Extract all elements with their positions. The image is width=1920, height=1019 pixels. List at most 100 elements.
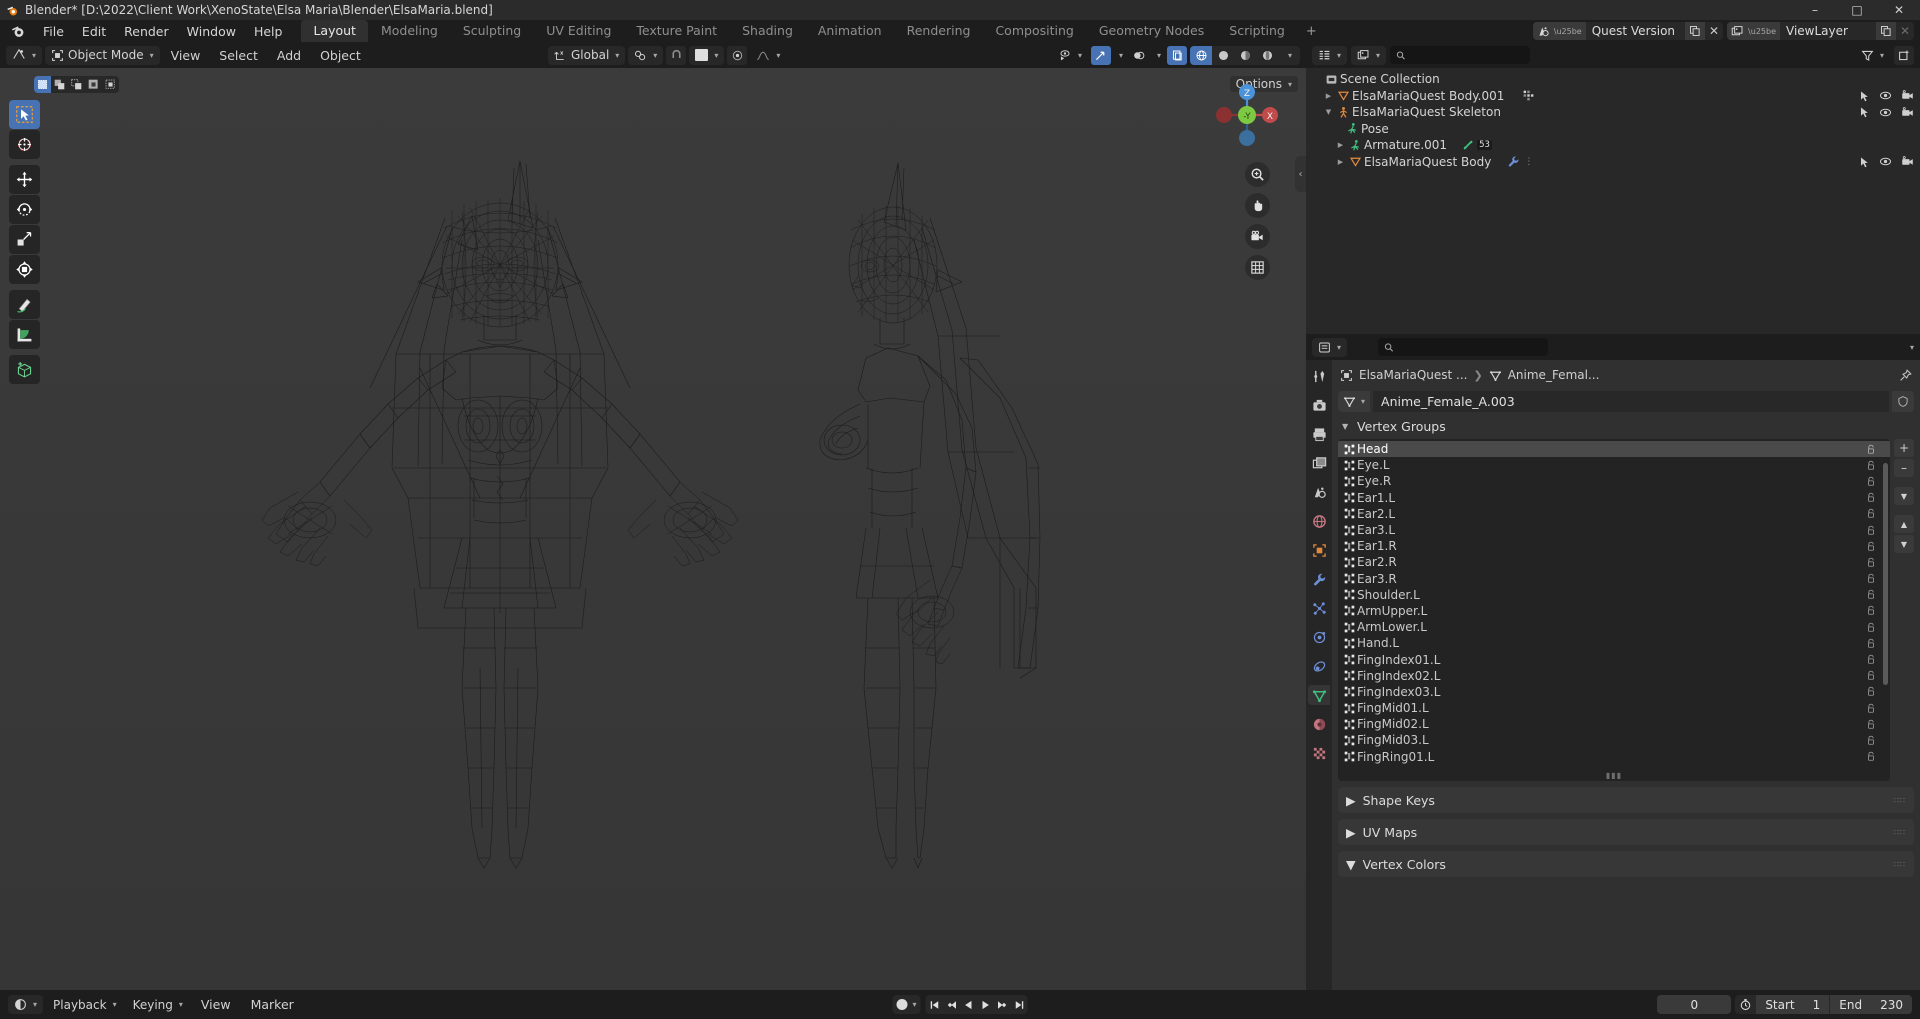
scene-tab[interactable] [1308, 482, 1330, 502]
properties-search-input[interactable] [1398, 340, 1543, 354]
workspace-tab-scripting[interactable]: Scripting [1217, 20, 1297, 42]
view-layer-tab[interactable] [1308, 453, 1330, 473]
viewport-menu-select[interactable]: Select [211, 48, 266, 63]
workspace-tab-uv-editing[interactable]: UV Editing [534, 20, 623, 42]
breadcrumb-data-label[interactable]: Anime_Femal... [1508, 368, 1600, 382]
timeline-menu-view[interactable]: View [193, 997, 239, 1012]
scene-remove-button[interactable]: ✕ [1705, 22, 1723, 40]
overlay-options-button[interactable]: ▾ [1152, 46, 1164, 65]
use-preview-range-button[interactable] [1735, 998, 1755, 1011]
lock-icon[interactable] [1866, 703, 1876, 714]
add-workspace-button[interactable]: + [1298, 22, 1325, 41]
proportional-falloff-button[interactable]: ▾ [750, 46, 786, 65]
modifier-tab[interactable] [1308, 569, 1330, 589]
proportional-edit-toggle[interactable] [666, 45, 687, 65]
jump-to-end-button[interactable] [1011, 995, 1028, 1014]
close-button[interactable]: ✕ [1878, 0, 1920, 20]
outliner-row-body-001[interactable]: ▶ ElsaMariaQuest Body.001 [1306, 88, 1920, 105]
outliner-search-box[interactable] [1390, 46, 1531, 64]
workspace-tab-rendering[interactable]: Rendering [895, 20, 983, 42]
remove-vertex-group-button[interactable]: – [1894, 459, 1914, 477]
editor-type-button[interactable]: ▾ [6, 45, 43, 65]
viewlayer-remove-button[interactable]: ✕ [1896, 22, 1914, 40]
vertex-group-row[interactable]: ArmLower.L [1338, 619, 1890, 635]
shading-solid-button[interactable] [1212, 46, 1234, 65]
pan-button[interactable] [1245, 193, 1270, 218]
scene-name[interactable]: Quest Version [1585, 22, 1686, 40]
pin-icon[interactable] [1899, 368, 1912, 382]
lock-icon[interactable] [1866, 541, 1876, 552]
workspace-tab-modeling[interactable]: Modeling [369, 20, 450, 42]
outliner-row-scene-collection[interactable]: Scene Collection [1306, 71, 1920, 88]
timeline-menu-marker[interactable]: Marker [243, 997, 302, 1012]
expand-triangle[interactable]: ▶ [1322, 92, 1335, 100]
snap-target-button[interactable]: ▾ [628, 45, 664, 65]
timeline-menu-playback[interactable]: Playback ▾ [47, 995, 123, 1014]
outliner-editor-type-button[interactable]: ▾ [1312, 45, 1348, 65]
collapse-triangle[interactable]: ▼ [1322, 108, 1335, 116]
lock-icon[interactable] [1866, 605, 1876, 616]
selectable-cursor-icon[interactable] [1858, 90, 1870, 102]
vertex-group-row[interactable]: Ear2.L [1338, 506, 1890, 522]
gizmo-options-button[interactable]: ▾ [1114, 46, 1126, 65]
viewport-menu-add[interactable]: Add [269, 48, 309, 63]
scene-browse-button[interactable]: \u25be [1532, 22, 1586, 40]
move-vertex-group-up-button[interactable]: ▲ [1894, 515, 1914, 533]
toggle-orthographic-button[interactable] [1245, 255, 1270, 280]
disable-in-renders-icon[interactable] [1901, 89, 1914, 102]
disable-in-renders-icon[interactable] [1901, 155, 1914, 168]
vertex-group-row[interactable]: FingIndex03.L [1338, 684, 1890, 700]
vertex-group-row[interactable]: Ear3.L [1338, 522, 1890, 538]
output-tab[interactable] [1308, 424, 1330, 444]
shading-material-preview-button[interactable] [1234, 46, 1256, 65]
jump-to-start-button[interactable] [926, 995, 943, 1014]
minimize-button[interactable]: – [1794, 0, 1836, 20]
workspace-tab-animation[interactable]: Animation [806, 20, 894, 42]
outliner-tree[interactable]: Scene Collection ▶ ElsaMariaQuest Body.0… [1306, 68, 1920, 334]
pivot-point-button[interactable] [727, 45, 748, 65]
vertex-group-row[interactable]: Ear1.R [1338, 538, 1890, 554]
lock-icon[interactable] [1866, 460, 1876, 471]
vertex-groups-panel-header[interactable]: ▼ Vertex Groups [1338, 416, 1914, 437]
workspace-tab-geometry-nodes[interactable]: Geometry Nodes [1087, 20, 1216, 42]
current-frame-field[interactable]: 0 [1657, 995, 1732, 1014]
scene-datablock[interactable]: \u25be Quest Version ✕ [1532, 22, 1724, 40]
vertex-group-row[interactable]: Eye.R [1338, 473, 1890, 489]
vertex-group-row[interactable]: Hand.L [1338, 635, 1890, 651]
auto-keying-toggle[interactable]: ▾ [892, 995, 921, 1014]
viewport-canvas[interactable]: Options ▾ Z X -Y ‹ [0, 68, 1306, 990]
lock-icon[interactable] [1866, 686, 1876, 697]
material-tab[interactable] [1308, 714, 1330, 734]
workspace-tab-texture-paint[interactable]: Texture Paint [624, 20, 729, 42]
properties-options-chevron-icon[interactable]: ▾ [1910, 343, 1914, 352]
lock-icon[interactable] [1866, 573, 1876, 584]
viewport-menu-view[interactable]: View [163, 48, 209, 63]
lock-icon[interactable] [1866, 654, 1876, 665]
vertex-groups-scrollbar[interactable] [1883, 463, 1888, 685]
maximize-button[interactable]: □ [1836, 0, 1878, 20]
viewlayer-browse-button[interactable]: \u25be [1727, 22, 1780, 40]
scene-copy-button[interactable] [1685, 22, 1706, 40]
add-vertex-group-button[interactable]: + [1894, 439, 1914, 457]
vertex-group-row[interactable]: Ear1.L [1338, 490, 1890, 506]
show-overlays-toggle[interactable] [1129, 46, 1149, 65]
vertex-group-row[interactable]: FingIndex02.L [1338, 668, 1890, 684]
lock-icon[interactable] [1866, 492, 1876, 503]
camera-view-button[interactable] [1245, 224, 1270, 249]
lock-icon[interactable] [1866, 589, 1876, 600]
vertex-group-row[interactable]: ArmUpper.L [1338, 603, 1890, 619]
lock-icon[interactable] [1866, 525, 1876, 536]
hide-in-viewport-icon[interactable] [1879, 155, 1892, 168]
shading-options-button[interactable]: ▾ [1278, 46, 1300, 65]
play-reverse-button[interactable] [960, 995, 977, 1014]
outliner-filter-button[interactable]: ▾ [1855, 46, 1890, 65]
menu-help[interactable]: Help [245, 22, 292, 41]
mesh-name-field[interactable]: Anime_Female_A.003 [1373, 391, 1889, 412]
menu-render[interactable]: Render [115, 22, 178, 41]
timeline-menu-keying[interactable]: Keying ▾ [127, 995, 189, 1014]
lock-icon[interactable] [1866, 735, 1876, 746]
shape-keys-panel[interactable]: ▶ Shape Keys ∷∷ [1338, 787, 1914, 813]
previous-keyframe-button[interactable] [943, 995, 960, 1014]
lock-icon[interactable] [1866, 444, 1876, 455]
vertex-group-row[interactable]: Shoulder.L [1338, 587, 1890, 603]
